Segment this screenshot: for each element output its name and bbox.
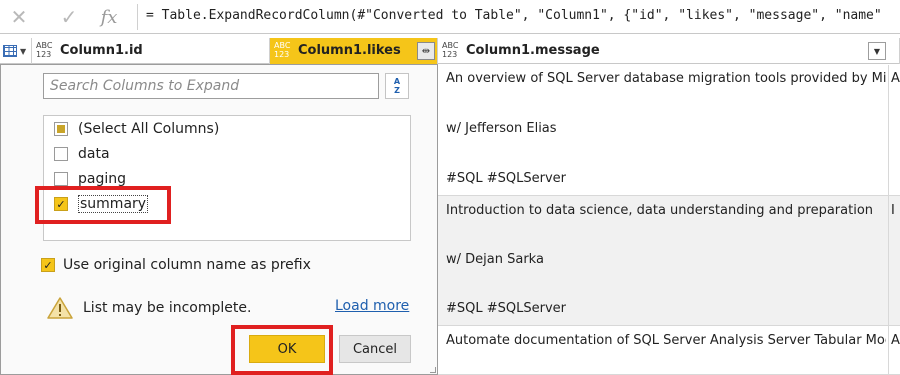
type-any-icon: ABC 123 xyxy=(274,41,291,59)
column-header-row: ▼ ABC123 Column1.id ▼ ABC123 Column1.lik… xyxy=(0,38,900,64)
column-name: Column1.message xyxy=(466,43,600,58)
prefix-option[interactable]: ✓ Use original column name as prefix xyxy=(41,254,311,276)
fx-icon[interactable]: fx xyxy=(96,4,122,30)
data-grid: An overview of SQL Server database migra… xyxy=(438,65,900,375)
type-any-icon: ABC 123 xyxy=(442,41,459,59)
cancel-button[interactable]: Cancel xyxy=(339,335,411,363)
table-cell[interactable]: Introduction to data science, data under… xyxy=(438,196,888,326)
checkbox-icon[interactable] xyxy=(54,172,68,186)
checkbox-checked-icon[interactable]: ✓ xyxy=(41,258,55,272)
column-name: Column1.likes xyxy=(298,43,401,58)
table-cell[interactable]: I xyxy=(888,196,900,326)
warning-row: List may be incomplete. xyxy=(47,294,251,322)
close-icon[interactable]: ✕ xyxy=(6,4,32,30)
list-item-label: data xyxy=(78,146,110,162)
chevron-down-icon: ▼ xyxy=(20,47,27,56)
warning-text: List may be incomplete. xyxy=(83,300,252,316)
table-cell[interactable]: A xyxy=(888,65,900,196)
cell-text-line: #SQL #SQLServer xyxy=(446,171,567,186)
table-menu-button[interactable]: ▼ xyxy=(0,38,32,64)
list-item-select-all[interactable]: (Select All Columns) xyxy=(54,118,219,140)
prefix-label: Use original column name as prefix xyxy=(63,257,311,273)
expand-column-icon[interactable]: ⇹ xyxy=(417,42,435,60)
list-item-data[interactable]: data xyxy=(54,143,110,165)
ok-button[interactable]: OK xyxy=(249,335,325,363)
expand-columns-dropdown: Search Columns to Expand A Z (Select All… xyxy=(0,64,438,375)
column-header-likes[interactable]: ABC 123 Column1.likes ⇹ xyxy=(270,38,438,64)
cell-text-line: #SQL #SQLServer xyxy=(446,301,567,316)
cell-text-line: An overview of SQL Server database migra… xyxy=(446,71,886,86)
cell-text-line: w/ Dejan Sarka xyxy=(446,252,544,267)
checkbox-icon[interactable] xyxy=(54,147,68,161)
table-cell[interactable]: An overview of SQL Server database migra… xyxy=(438,65,888,196)
search-columns-input[interactable]: Search Columns to Expand xyxy=(43,73,379,99)
highlight-box-summary xyxy=(35,186,171,224)
warning-icon xyxy=(47,296,73,320)
cell-text-line: w/ Jefferson Elias xyxy=(446,121,557,136)
table-cell[interactable]: A xyxy=(888,326,900,375)
formula-input[interactable]: = Table.ExpandRecordColumn(#"Converted t… xyxy=(146,8,900,23)
type-any-icon: ABC 123 xyxy=(36,41,53,59)
check-icon[interactable]: ✓ xyxy=(56,4,82,30)
load-more-link[interactable]: Load more xyxy=(335,298,409,314)
cell-text-line: Introduction to data science, data under… xyxy=(446,203,874,218)
list-item-label: (Select All Columns) xyxy=(78,121,220,137)
filter-dropdown-button[interactable]: ▼ xyxy=(868,42,886,60)
resize-grip-icon[interactable] xyxy=(430,367,436,373)
formula-bar: ✕ ✓ fx = Table.ExpandRecordColumn(#"Conv… xyxy=(0,0,900,34)
checkbox-partial-icon[interactable] xyxy=(54,122,68,136)
list-item-label: paging xyxy=(78,171,127,187)
column-name: Column1.id xyxy=(60,43,143,58)
table-cell[interactable]: Automate documentation of SQL Server Ana… xyxy=(438,326,888,375)
table-icon xyxy=(3,45,17,57)
formula-divider xyxy=(137,4,138,30)
column-header-message[interactable]: ABC 123 Column1.message ▼ xyxy=(438,38,900,64)
cell-text-line: Automate documentation of SQL Server Ana… xyxy=(446,333,886,348)
column-header-id[interactable]: ABC123 Column1.id ▼ xyxy=(32,38,294,64)
sort-az-icon[interactable]: A Z xyxy=(385,73,409,99)
